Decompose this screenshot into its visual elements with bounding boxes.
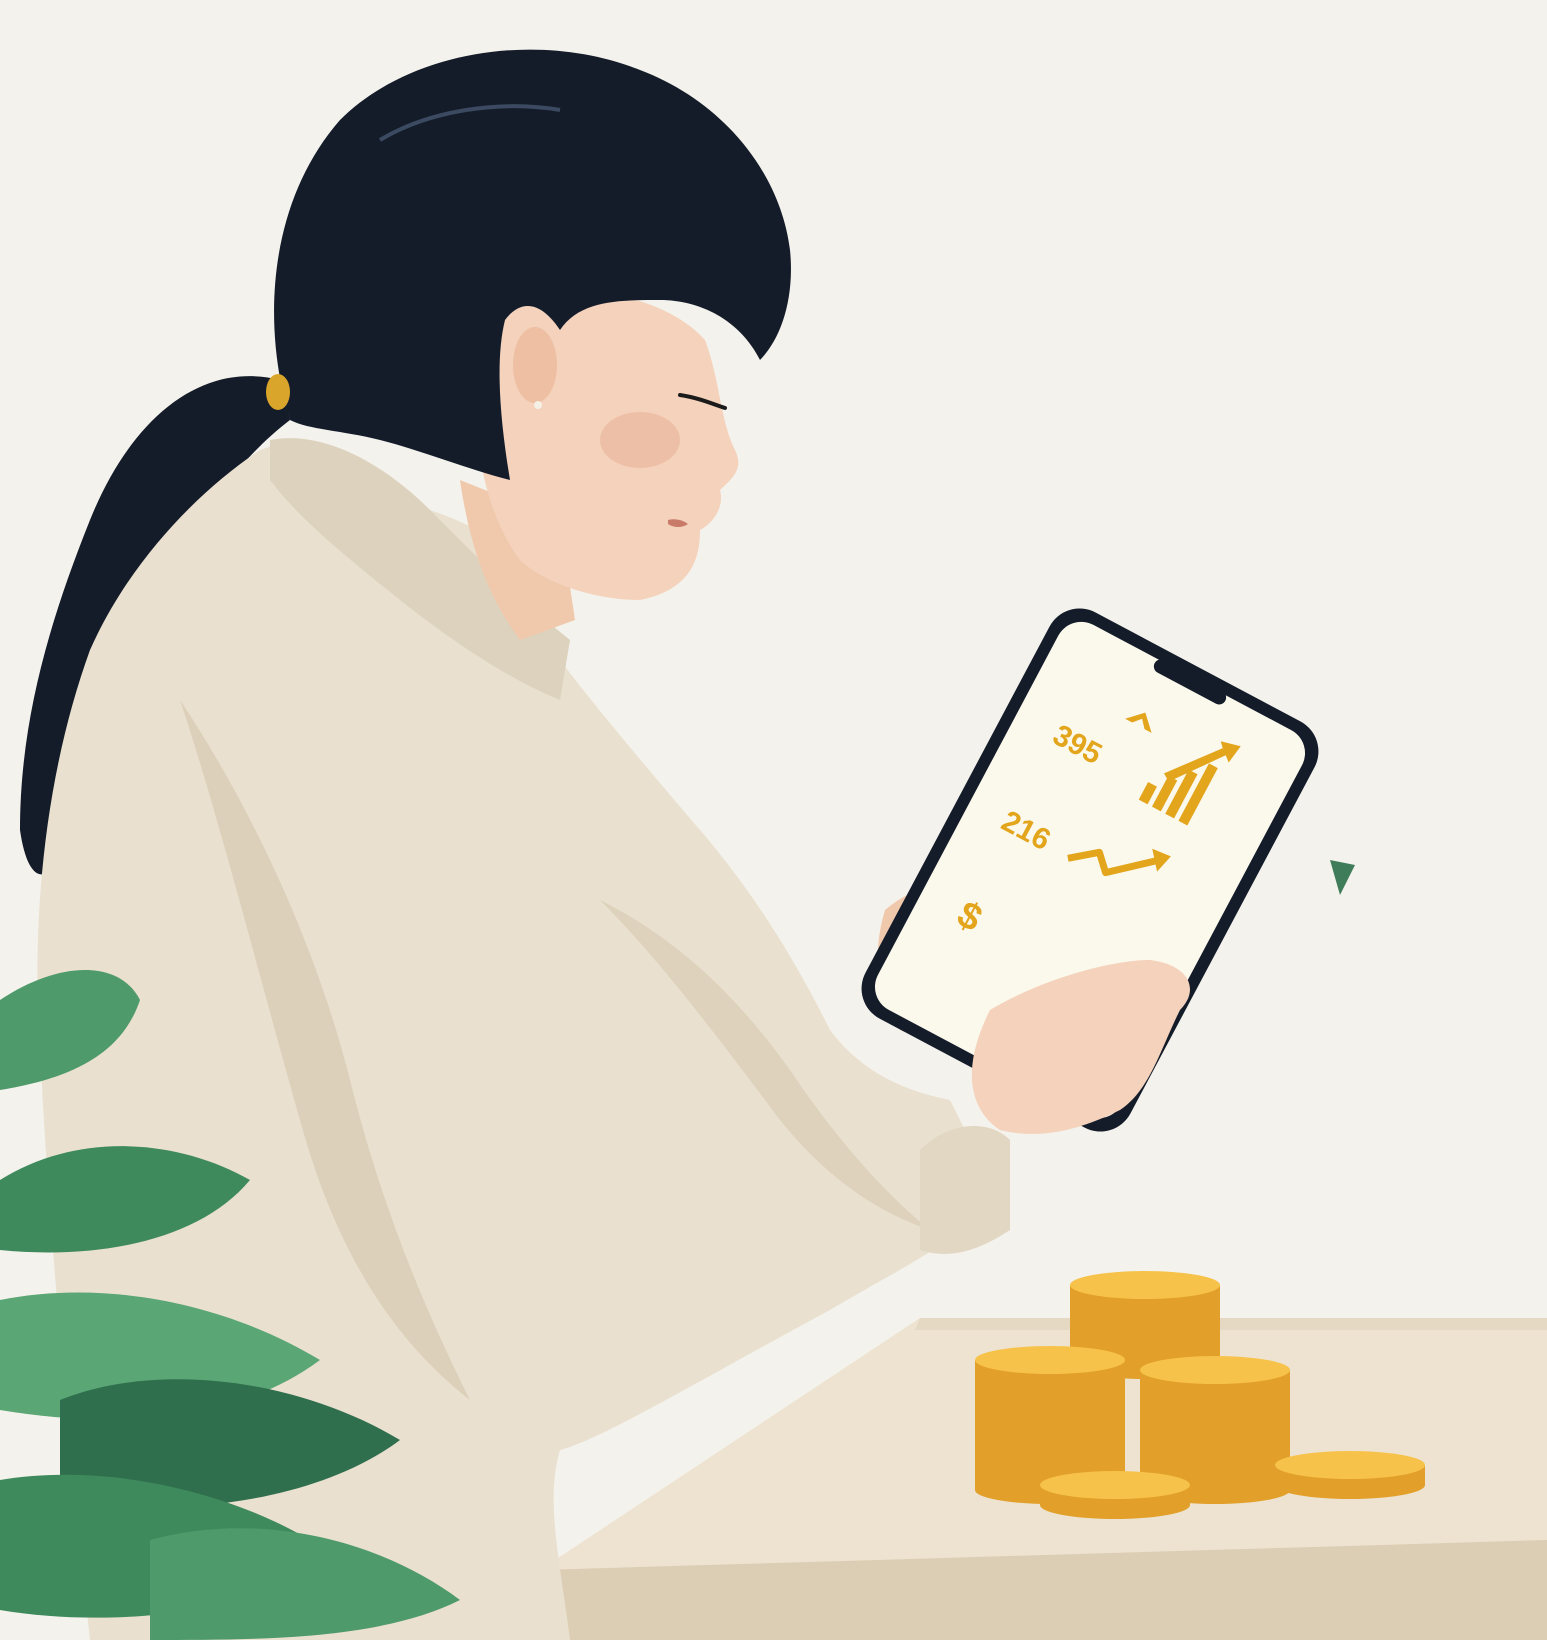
ear bbox=[513, 327, 557, 403]
coin-loose-2 bbox=[1275, 1451, 1425, 1499]
cheek bbox=[600, 412, 680, 468]
illustration: 395 216 $ bbox=[0, 0, 1547, 1640]
hair-tie bbox=[266, 374, 290, 410]
sleeve-cuff bbox=[920, 1126, 1010, 1254]
earring bbox=[534, 401, 542, 409]
coin-loose-1 bbox=[1040, 1471, 1190, 1519]
